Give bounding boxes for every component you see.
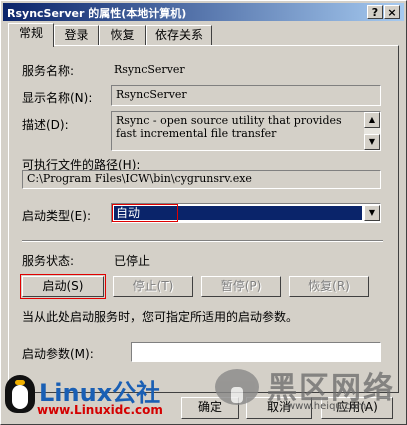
exe-path-field[interactable]: C:\Program Files\ICW\bin\cygrunsrv.exe [22,170,381,189]
resume-button[interactable]: 恢复(R) [289,276,369,297]
heiqu-url-text: www.heiqu.com [287,401,367,412]
hint-text: 当从此处启动服务时，您可指定所适用的启动参数。 [22,310,299,324]
window-title: RsyncServer 的属性(本地计算机) [7,7,187,20]
status-value: 已停止 [114,254,151,268]
help-button[interactable]: ? [367,5,383,19]
startup-type-select[interactable]: 自动 ▼ [111,203,381,223]
description-label: 描述(D): [22,118,69,132]
heiqu-watermark: 黑区网络 www.heiqu.com [209,361,404,415]
start-params-label: 启动参数(M): [22,347,94,361]
tab-dependencies[interactable]: 依存关系 [146,25,212,45]
description-line-1: Rsync - open source utility that provide… [116,114,342,127]
chevron-down-icon[interactable]: ▼ [364,205,380,221]
exe-path-text: C:\Program Files\ICW\bin\cygrunsrv.exe [27,172,252,185]
start-params-input[interactable] [131,342,381,362]
description-line-2: fast incremental file transfer [116,127,277,140]
linux-url-text: www.Linuxidc.com [37,403,163,417]
display-name-label: 显示名称(N): [22,91,93,105]
tab-logon[interactable]: 登录 [54,25,99,45]
service-name-label: 服务名称: [22,64,75,78]
linux-watermark: Linux公社 www.Linuxidc.com [5,373,177,421]
stop-button[interactable]: 停止(T) [113,276,193,297]
display-name-field[interactable]: RsyncServer [111,85,381,106]
close-button[interactable]: × [384,5,400,19]
scroll-up-icon[interactable]: ▲ [364,112,380,128]
scroll-down-icon[interactable]: ▼ [364,134,380,150]
properties-dialog: RsyncServer 的属性(本地计算机) ? × 常规 登录 恢复 依存关系… [0,0,407,425]
tab-recovery[interactable]: 恢复 [99,25,146,45]
service-name-value: RsyncServer [114,63,185,76]
mushroom-icon [215,369,259,405]
status-label: 服务状态: [22,254,75,268]
description-scrollbar[interactable]: ▲ ▼ [364,112,380,150]
display-name-text: RsyncServer [116,88,187,101]
tab-general[interactable]: 常规 [8,23,54,47]
highlight-box [112,204,178,222]
title-bar[interactable]: RsyncServer 的属性(本地计算机) ? × [3,3,404,21]
startup-type-label: 启动类型(E): [22,209,91,223]
penguin-icon [5,375,35,413]
start-highlight-box [20,274,106,299]
pause-button[interactable]: 暂停(P) [201,276,281,297]
general-panel: 服务名称: RsyncServer 显示名称(N): RsyncServer 描… [8,45,399,393]
divider [22,240,383,242]
description-field[interactable]: Rsync - open source utility that provide… [111,111,381,151]
